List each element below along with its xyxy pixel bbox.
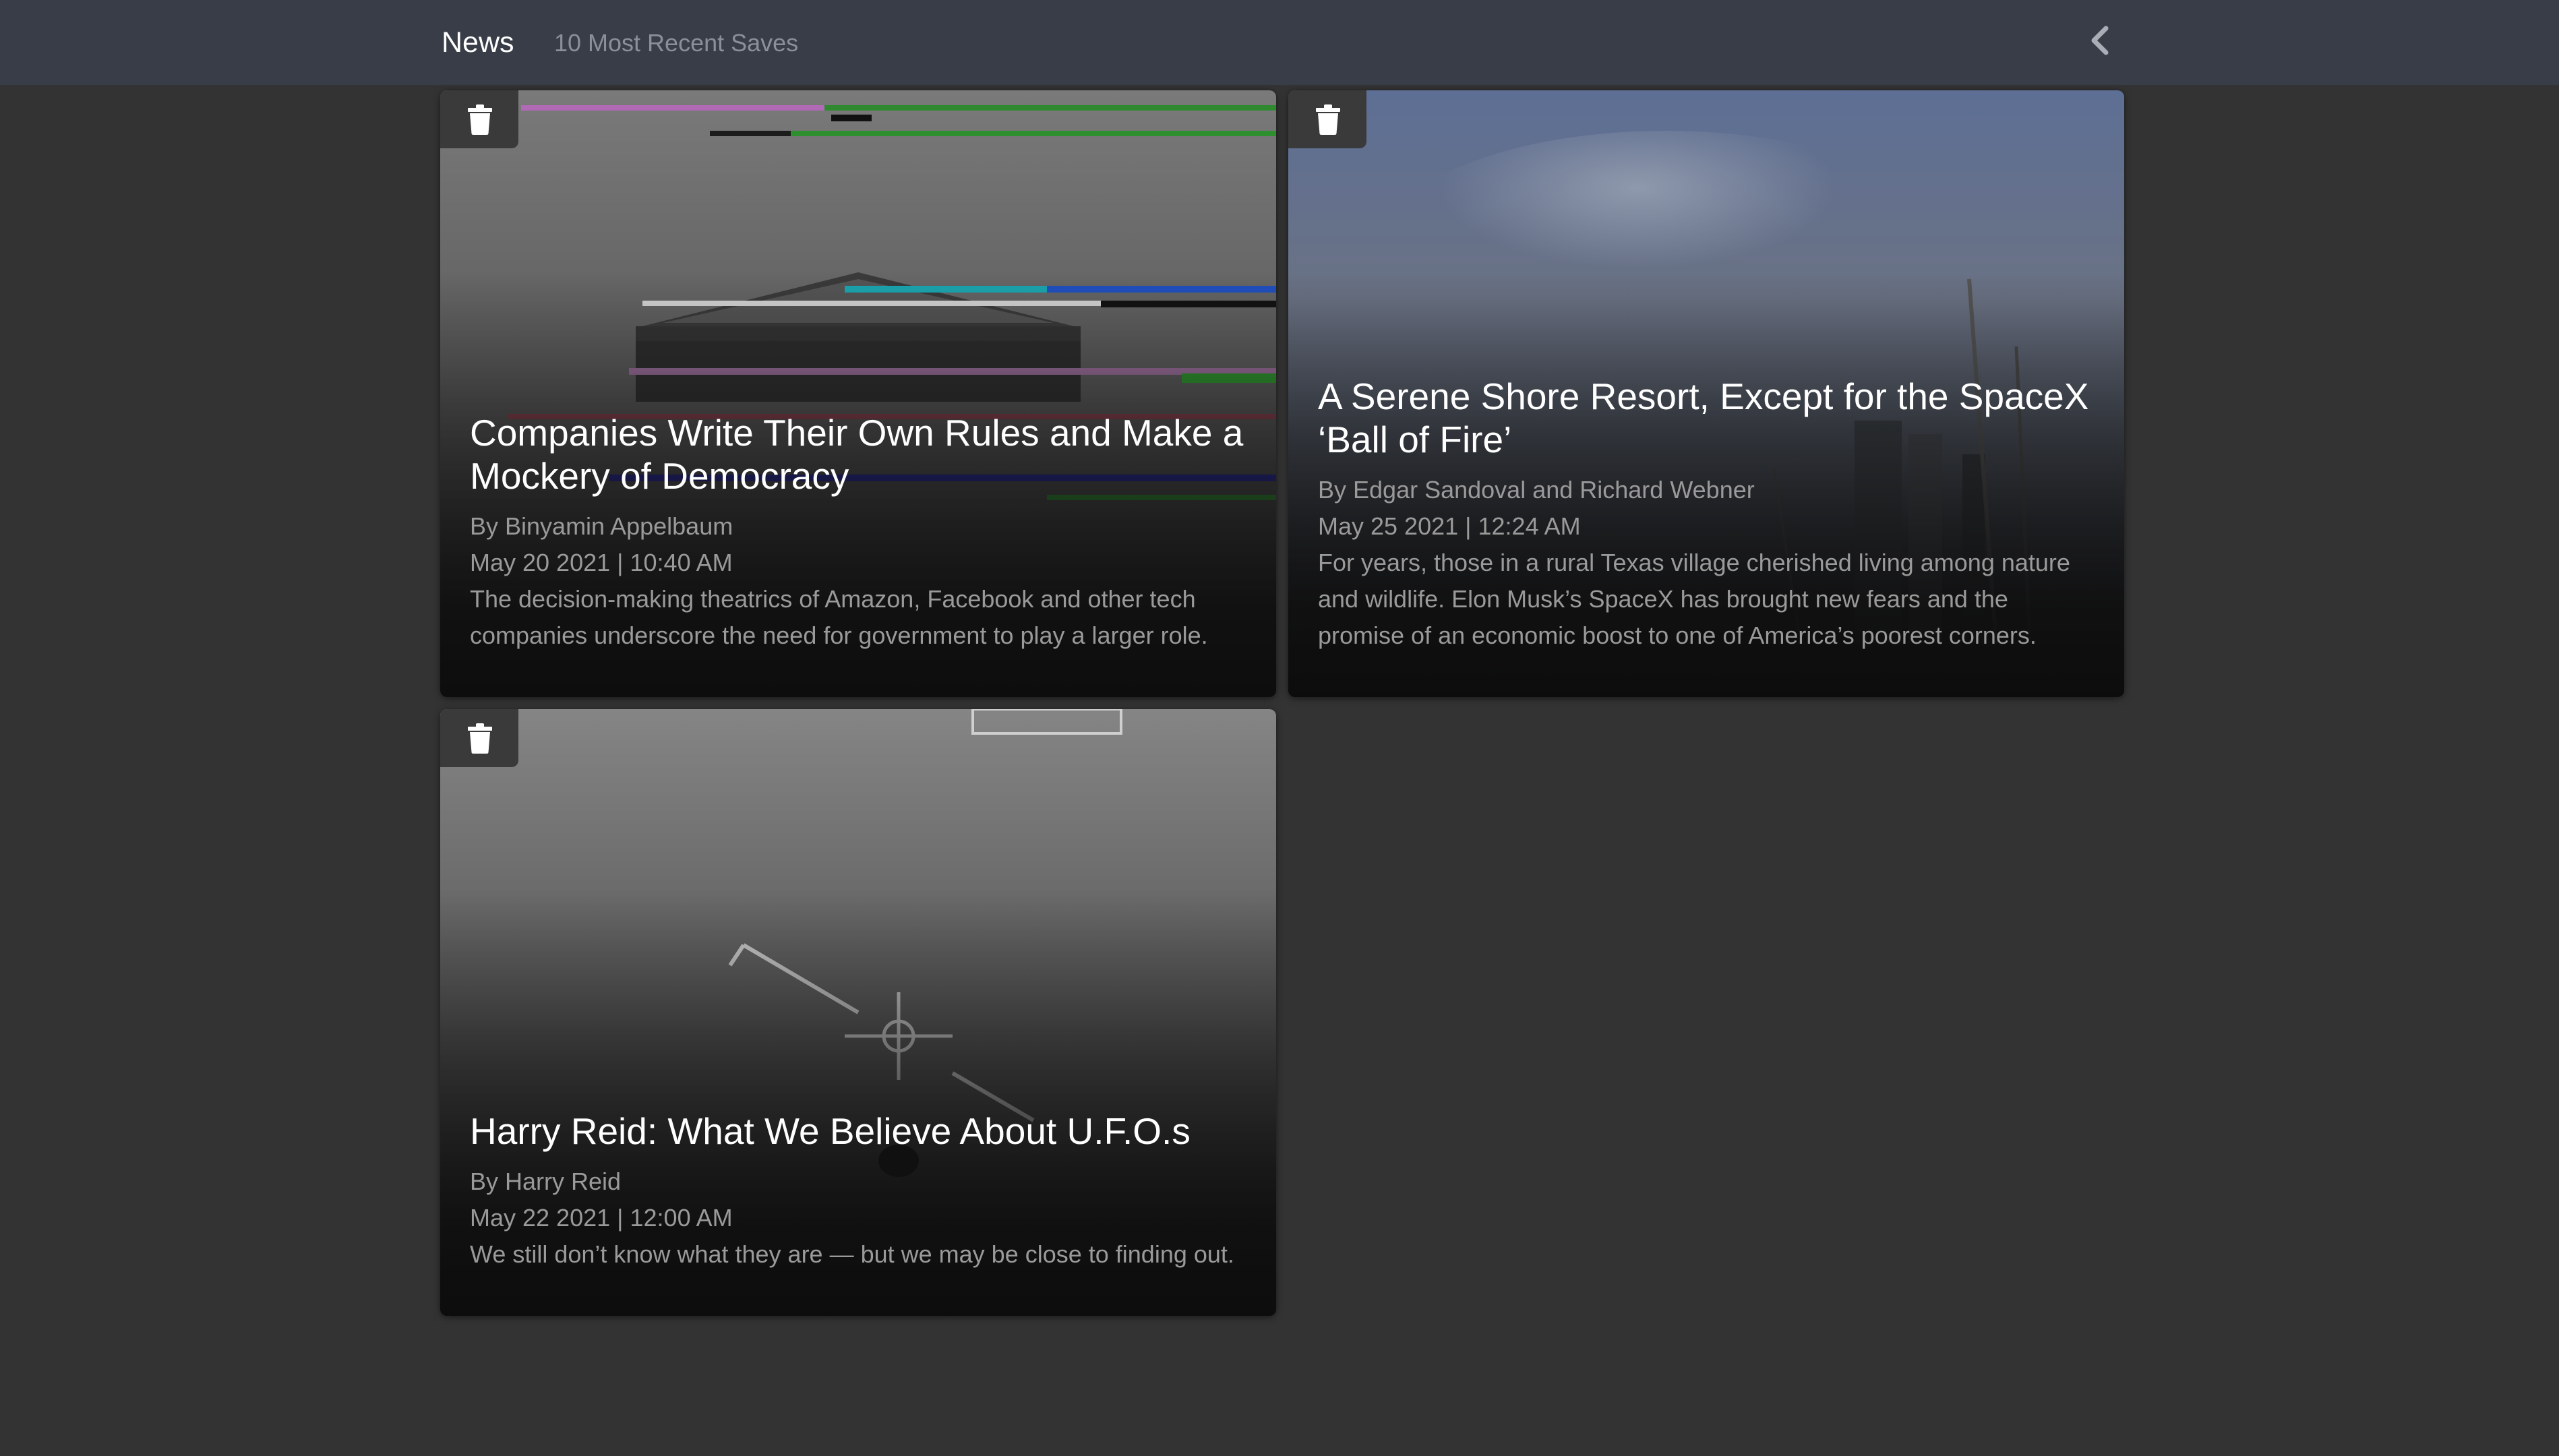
- delete-button[interactable]: [440, 90, 518, 148]
- article-card[interactable]: Companies Write Their Own Rules and Make…: [440, 90, 1276, 697]
- trash-icon: [1316, 104, 1340, 135]
- article-date: May 25 2021 | 12:24 AM: [1318, 512, 1581, 540]
- delete-button[interactable]: [440, 709, 518, 767]
- article-date: May 22 2021 | 12:00 AM: [470, 1204, 733, 1232]
- article-summary: For years, those in a rural Texas villag…: [1318, 549, 2070, 649]
- article-text: Companies Write Their Own Rules and Make…: [470, 411, 1246, 654]
- page-title: News: [442, 26, 514, 59]
- article-summary: We still don’t know what they are — but …: [470, 1240, 1234, 1268]
- article-byline: By Binyamin Appelbaum: [470, 512, 733, 540]
- article-card[interactable]: A Serene Shore Resort, Except for the Sp…: [1288, 90, 2124, 697]
- chevron-left-icon: [2091, 26, 2109, 55]
- trash-icon: [468, 104, 492, 135]
- article-byline: By Harry Reid: [470, 1167, 622, 1195]
- article-card[interactable]: Harry Reid: What We Believe About U.F.O.…: [440, 709, 1276, 1316]
- delete-button[interactable]: [1288, 90, 1366, 148]
- article-summary: The decision-making theatrics of Amazon,…: [470, 585, 1208, 649]
- trash-icon: [468, 723, 492, 754]
- article-date: May 20 2021 | 10:40 AM: [470, 549, 733, 576]
- article-text: Harry Reid: What We Believe About U.F.O.…: [470, 1110, 1246, 1273]
- article-text: A Serene Shore Resort, Except for the Sp…: [1318, 375, 2095, 654]
- article-title[interactable]: Companies Write Their Own Rules and Make…: [470, 411, 1246, 497]
- back-button[interactable]: [2082, 20, 2119, 61]
- top-bar: News 10 Most Recent Saves: [0, 0, 2559, 85]
- page-subtitle: 10 Most Recent Saves: [554, 29, 799, 57]
- article-title[interactable]: A Serene Shore Resort, Except for the Sp…: [1318, 375, 2095, 461]
- article-title[interactable]: Harry Reid: What We Believe About U.F.O.…: [470, 1110, 1246, 1153]
- article-byline: By Edgar Sandoval and Richard Webner: [1318, 476, 1755, 504]
